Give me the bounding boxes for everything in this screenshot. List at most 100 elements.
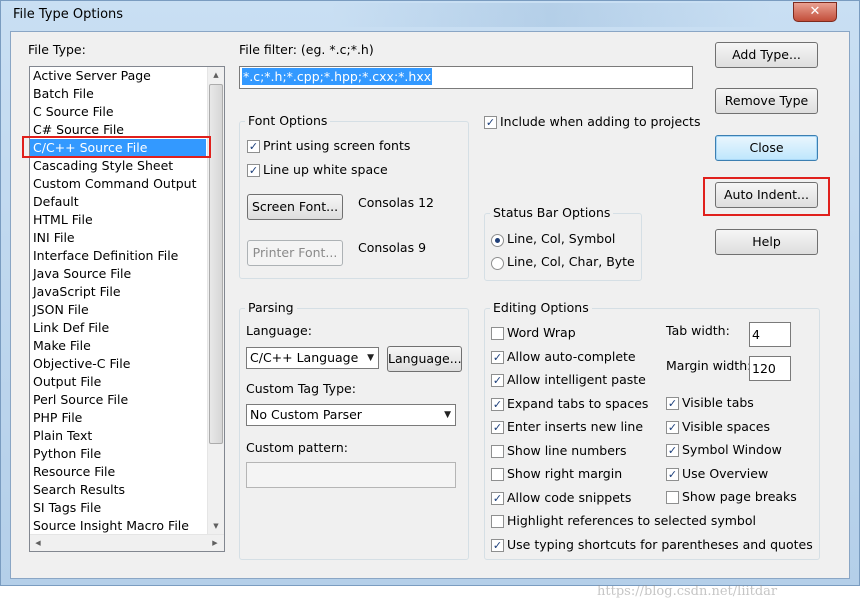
editing-option-label: Word Wrap xyxy=(507,325,576,340)
file-type-label: File Type: xyxy=(28,42,86,57)
list-horizontal-scrollbar[interactable]: ◀ ▶ xyxy=(30,534,224,551)
watermark-text: https://blog.csdn.net/liitdar xyxy=(597,584,778,599)
print-screen-fonts-label: Print using screen fonts xyxy=(263,138,411,153)
printer-font-value: Consolas 9 xyxy=(358,240,427,255)
file-type-list-item[interactable]: Plain Text xyxy=(30,427,206,445)
file-type-list-item[interactable]: Search Results xyxy=(30,481,206,499)
file-type-list-item[interactable]: Active Server Page xyxy=(30,67,206,85)
editing-option-checkbox[interactable] xyxy=(666,491,679,504)
file-type-list-item[interactable]: Interface Definition File xyxy=(30,247,206,265)
editing-option-checkbox[interactable] xyxy=(491,468,504,481)
file-type-list-item[interactable]: Objective-C File xyxy=(30,355,206,373)
editing-option-label: Symbol Window xyxy=(682,442,782,457)
file-type-list-item[interactable]: JSON File xyxy=(30,301,206,319)
status-bar-option-radio-1[interactable] xyxy=(491,234,504,247)
title-bar-background-blur xyxy=(331,3,771,27)
screen-font-button[interactable]: Screen Font... xyxy=(247,194,343,220)
editing-option-checkbox[interactable]: ✓ xyxy=(666,420,679,434)
scroll-right-arrow-icon[interactable]: ▶ xyxy=(207,535,223,551)
file-type-list-item[interactable]: Batch File xyxy=(30,85,206,103)
editing-option-label: Allow auto-complete xyxy=(507,348,636,364)
screen-font-button-label: Screen Font... xyxy=(251,199,339,214)
highlight-annotation-selected-type xyxy=(22,136,211,158)
file-type-list-item[interactable]: Python File xyxy=(30,445,206,463)
editing-option-checkbox[interactable] xyxy=(491,444,504,458)
margin-width-input[interactable]: 120 xyxy=(749,356,791,381)
file-type-list-item[interactable]: Custom Command Output xyxy=(30,175,206,193)
custom-tag-type-select-value: No Custom Parser xyxy=(250,407,362,422)
editing-option-checkbox[interactable]: ✓ xyxy=(491,397,504,411)
editing-option-label: Highlight references to selected symbol xyxy=(507,513,756,528)
file-type-list-item[interactable]: Cascading Style Sheet xyxy=(30,157,206,175)
editing-option-label: Expand tabs to spaces xyxy=(507,395,649,411)
editing-option-checkbox[interactable]: ✓ xyxy=(666,467,679,481)
file-type-options-window: File Type Options ✕ File Type: Active Se… xyxy=(0,0,860,599)
language-button[interactable]: Language... xyxy=(387,346,462,372)
language-label: Language: xyxy=(246,323,312,338)
tab-width-label: Tab width: xyxy=(666,323,730,338)
include-projects-checkbox[interactable]: ✓ xyxy=(484,116,497,129)
editing-option-checkbox[interactable]: ✓ xyxy=(491,374,504,387)
scroll-up-arrow-icon[interactable]: ▲ xyxy=(208,67,224,84)
scroll-left-arrow-icon[interactable]: ◀ xyxy=(30,535,46,551)
remove-type-button[interactable]: Remove Type xyxy=(715,88,818,114)
file-filter-value: *.c;*.h;*.cpp;*.hpp;*.cxx;*.hxx xyxy=(242,68,433,85)
print-screen-fonts-checkbox[interactable]: ✓ xyxy=(247,140,260,153)
file-type-list-item[interactable]: Perl Source File xyxy=(30,391,206,409)
auto-indent-button[interactable]: Auto Indent... xyxy=(715,182,818,208)
editing-option-checkbox[interactable]: ✓ xyxy=(491,421,504,434)
file-type-list-item[interactable]: Make File xyxy=(30,337,206,355)
editing-option-checkbox[interactable]: ✓ xyxy=(666,397,679,410)
remove-type-button-label: Remove Type xyxy=(724,93,809,108)
scroll-down-arrow-icon[interactable]: ▼ xyxy=(208,518,224,535)
language-button-label: Language... xyxy=(388,351,462,366)
status-bar-option-radio-2[interactable] xyxy=(491,257,504,270)
status-bar-options-group: Status Bar Options Line, Col, Symbol Lin… xyxy=(484,205,642,281)
file-type-list-item[interactable]: SI Tags File xyxy=(30,499,206,517)
editing-option-checkbox[interactable]: ✓ xyxy=(491,350,504,364)
file-filter-input[interactable]: *.c;*.h;*.cpp;*.hpp;*.cxx;*.hxx xyxy=(239,66,693,89)
close-button-label: Close xyxy=(749,140,784,155)
printer-font-button-label: Printer Font... xyxy=(252,245,338,260)
file-type-list-item[interactable]: Resource File xyxy=(30,463,206,481)
file-type-list-item[interactable]: Default xyxy=(30,193,206,211)
editing-option-checkbox[interactable]: ✓ xyxy=(491,539,504,552)
close-window-icon[interactable]: ✕ xyxy=(793,2,837,22)
help-button[interactable]: Help xyxy=(715,229,818,255)
parsing-title: Parsing xyxy=(245,300,297,315)
file-type-list-item[interactable]: C Source File xyxy=(30,103,206,121)
editing-option-checkbox[interactable]: ✓ xyxy=(491,491,504,505)
radio-selected-dot xyxy=(495,238,500,243)
editing-options-group: Editing Options Word Wrap ✓ Allow auto-com… xyxy=(484,300,820,560)
parsing-group: Parsing Language: C/C++ Language ▼ Langu… xyxy=(239,300,469,560)
file-type-list-item[interactable]: Link Def File xyxy=(30,319,206,337)
custom-tag-type-label: Custom Tag Type: xyxy=(246,381,356,396)
dialog-client-area: File Type: Active Server Page Batch File C… xyxy=(10,31,850,599)
file-type-list-item[interactable]: PHP File xyxy=(30,409,206,427)
language-select-value: C/C++ Language xyxy=(250,350,359,365)
editing-option-checkbox[interactable] xyxy=(491,327,504,340)
help-button-label: Help xyxy=(752,234,781,249)
editing-option-label: Allow intelligent paste xyxy=(507,372,646,387)
language-select[interactable]: C/C++ Language ▼ xyxy=(246,347,379,369)
file-type-list-item[interactable]: JavaScript File xyxy=(30,283,206,301)
add-type-button[interactable]: Add Type... xyxy=(715,42,818,68)
custom-pattern-input[interactable] xyxy=(246,462,456,488)
close-button[interactable]: Close xyxy=(715,135,818,161)
scroll-thumb[interactable] xyxy=(209,84,223,444)
editing-option-checkbox[interactable] xyxy=(491,515,504,528)
tab-width-input[interactable]: 4 xyxy=(749,322,791,347)
file-type-list-item[interactable]: INI File xyxy=(30,229,206,247)
file-type-list-item[interactable]: HTML File xyxy=(30,211,206,229)
editing-option-checkbox[interactable]: ✓ xyxy=(666,444,679,457)
font-options-group: Font Options ✓ Print using screen fonts … xyxy=(239,113,469,279)
editing-option-label: Use Overview xyxy=(682,465,769,481)
file-type-list-item[interactable]: Output File xyxy=(30,373,206,391)
editing-option-label: Use typing shortcuts for parentheses and… xyxy=(507,537,813,552)
file-type-list-item[interactable]: Source Insight Macro File xyxy=(30,517,206,535)
line-up-white-space-checkbox[interactable]: ✓ xyxy=(247,164,260,177)
file-type-list-item[interactable]: Java Source File xyxy=(30,265,206,283)
chevron-down-icon: ▼ xyxy=(444,410,451,420)
include-projects-label: Include when adding to projects xyxy=(500,114,701,129)
custom-tag-type-select[interactable]: No Custom Parser ▼ xyxy=(246,404,456,426)
